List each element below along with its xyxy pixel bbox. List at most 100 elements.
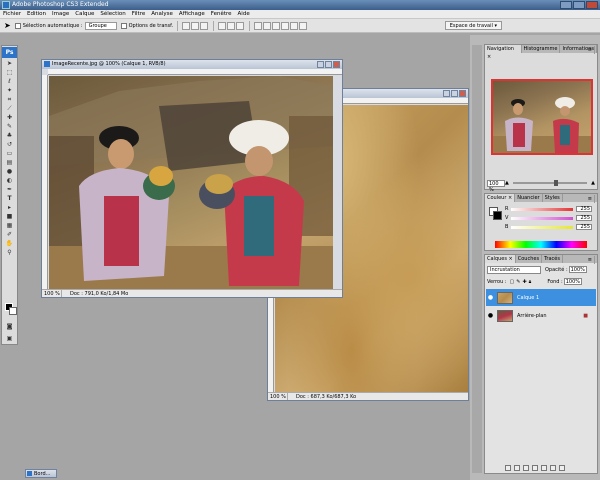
- zoom-slider[interactable]: [512, 180, 588, 186]
- doc-minimize-button[interactable]: [317, 61, 324, 68]
- visibility-eye-icon[interactable]: ●: [486, 312, 495, 319]
- align-bottom-button[interactable]: [200, 21, 209, 30]
- hand-tool-icon[interactable]: ✋: [2, 239, 17, 248]
- brush-tool-icon[interactable]: ✎: [2, 122, 17, 131]
- shape-tool-icon[interactable]: ■: [2, 212, 17, 221]
- tab-styles[interactable]: Styles: [543, 194, 563, 202]
- zoom-field[interactable]: 100 %: [42, 290, 62, 297]
- tab-paths[interactable]: Tracés: [542, 255, 563, 263]
- channel-bar-b[interactable]: [511, 225, 573, 229]
- marquee-tool-icon[interactable]: ⬚: [2, 68, 17, 77]
- lock-all-icon[interactable]: 🔒︎: [529, 279, 532, 285]
- color-bg-swatch[interactable]: [493, 211, 502, 220]
- path-select-icon[interactable]: ▸: [2, 203, 17, 212]
- document-window-photo[interactable]: ImageRecente.jpg @ 100% (Calque 1, RVB/8…: [41, 59, 343, 298]
- slider-v[interactable]: V 255: [505, 215, 592, 221]
- zoom-in-icon[interactable]: ▲: [591, 180, 595, 186]
- align-left-button[interactable]: [218, 21, 227, 30]
- menu-affichage[interactable]: Affichage: [179, 11, 205, 17]
- adjustment-layer-button[interactable]: [532, 465, 538, 471]
- channel-value-b[interactable]: 255: [576, 224, 592, 230]
- tab-histogram[interactable]: Histogramme: [522, 45, 561, 53]
- maximize-button[interactable]: [573, 1, 585, 9]
- tab-channels[interactable]: Couches: [516, 255, 543, 263]
- tab-color[interactable]: Couleur ×: [485, 194, 516, 202]
- auto-select-checkbox[interactable]: [14, 22, 21, 29]
- menu-edition[interactable]: Edition: [27, 11, 46, 17]
- channel-value-r[interactable]: 255: [576, 206, 592, 212]
- slider-r[interactable]: R 255: [505, 206, 592, 212]
- tab-layers[interactable]: Calques ×: [485, 255, 516, 263]
- menu-selection[interactable]: Sélection: [100, 11, 125, 17]
- magic-wand-icon[interactable]: ✦: [2, 86, 17, 95]
- blend-mode-dropdown[interactable]: Incrustation: [487, 265, 541, 274]
- delete-layer-button[interactable]: [559, 465, 565, 471]
- channel-bar-r[interactable]: [511, 207, 573, 211]
- eyedropper-icon[interactable]: ✐: [2, 230, 17, 239]
- slider-b[interactable]: B 255: [505, 224, 592, 230]
- zoom-out-icon[interactable]: ▲: [505, 180, 509, 186]
- channel-bar-v[interactable]: [511, 216, 573, 220]
- add-mask-button[interactable]: [523, 465, 529, 471]
- distribute-right-button[interactable]: [299, 21, 308, 30]
- panel-collapse-strip[interactable]: [472, 45, 482, 473]
- layer-name[interactable]: Calque 1: [517, 295, 539, 301]
- crop-tool-icon[interactable]: ⌗: [2, 95, 17, 104]
- blur-tool-icon[interactable]: ●: [2, 167, 17, 176]
- doc-close-button[interactable]: [333, 61, 340, 68]
- slice-tool-icon[interactable]: ⟋: [2, 104, 17, 113]
- fill-field[interactable]: 100%: [563, 278, 583, 285]
- doc-size-info[interactable]: Doc : 791,0 Ko/1,84 Mo: [62, 290, 128, 297]
- distribute-middle-button[interactable]: [263, 21, 272, 30]
- menu-calque[interactable]: Calque: [75, 11, 94, 17]
- lasso-tool-icon[interactable]: ℓ: [2, 77, 17, 86]
- quick-mask-icon[interactable]: ◙: [2, 322, 17, 331]
- move-tool-icon[interactable]: ➤: [2, 59, 17, 68]
- dodge-tool-icon[interactable]: ◐: [2, 176, 17, 185]
- doc-size-info[interactable]: Doc : 687,3 Ko/687,3 Ko: [288, 393, 356, 400]
- move-tool-icon[interactable]: ➤: [4, 21, 11, 30]
- menu-filtre[interactable]: Filtre: [132, 11, 146, 17]
- menu-fichier[interactable]: Fichier: [3, 11, 21, 17]
- panel-menu-icon[interactable]: ≡: [586, 46, 595, 54]
- distribute-left-button[interactable]: [281, 21, 290, 30]
- notes-tool-icon[interactable]: ▦: [2, 221, 17, 230]
- align-top-button[interactable]: [182, 21, 191, 30]
- link-layers-button[interactable]: [505, 465, 511, 471]
- visibility-eye-icon[interactable]: ●: [486, 294, 495, 301]
- new-layer-button[interactable]: [550, 465, 556, 471]
- gradient-tool-icon[interactable]: ▤: [2, 158, 17, 167]
- transform-checkbox[interactable]: [120, 22, 127, 29]
- distribute-bottom-button[interactable]: [272, 21, 281, 30]
- channel-value-v[interactable]: 255: [576, 215, 592, 221]
- menu-aide[interactable]: Aide: [238, 11, 250, 17]
- clone-stamp-icon[interactable]: ♣: [2, 131, 17, 140]
- layer-style-button[interactable]: [514, 465, 520, 471]
- minimize-button[interactable]: [560, 1, 572, 9]
- distribute-center-button[interactable]: [290, 21, 299, 30]
- zoom-tool-icon[interactable]: ⚲: [2, 248, 17, 257]
- menu-image[interactable]: Image: [52, 11, 69, 17]
- lock-move-icon[interactable]: ✚: [522, 279, 526, 285]
- minimized-panel-bord[interactable]: Bord...: [25, 469, 57, 478]
- horizontal-ruler[interactable]: [48, 69, 342, 75]
- menu-analyse[interactable]: Analyse: [151, 11, 173, 17]
- zoom-field[interactable]: 100 %: [268, 393, 288, 400]
- pen-tool-icon[interactable]: ✒: [2, 185, 17, 194]
- close-button[interactable]: [586, 1, 598, 9]
- layer-name[interactable]: Arrière-plan: [517, 313, 583, 319]
- color-spectrum[interactable]: [495, 241, 587, 248]
- panel-menu-icon[interactable]: ≡: [586, 195, 595, 203]
- navigator-zoom-field[interactable]: 100 %: [487, 179, 505, 193]
- lock-pixels-icon[interactable]: ▢: [510, 279, 515, 285]
- doc-maximize-button[interactable]: [451, 90, 458, 97]
- new-group-button[interactable]: [541, 465, 547, 471]
- auto-select-dropdown[interactable]: Groupe: [84, 21, 117, 30]
- history-brush-icon[interactable]: ↺: [2, 140, 17, 149]
- screen-mode-icon[interactable]: ▣: [2, 334, 17, 343]
- doc-minimize-button[interactable]: [443, 90, 450, 97]
- panel-menu-icon[interactable]: ≡: [586, 256, 595, 264]
- distribute-top-button[interactable]: [254, 21, 263, 30]
- lock-paint-icon[interactable]: ✎: [516, 279, 520, 285]
- eraser-tool-icon[interactable]: ▭: [2, 149, 17, 158]
